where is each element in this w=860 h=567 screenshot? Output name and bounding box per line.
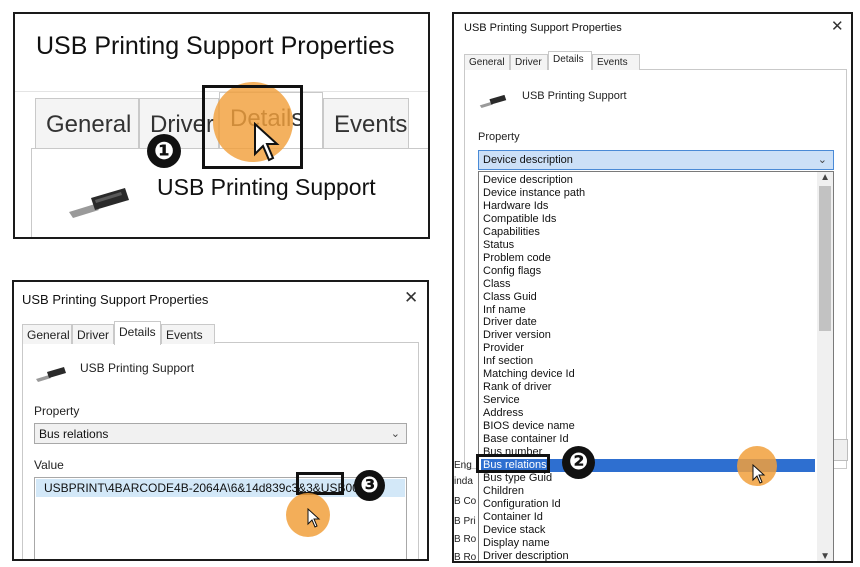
dropdown-option[interactable]: Status [481,239,815,252]
tab-general[interactable]: General [35,98,139,148]
dropdown-option[interactable]: Service [481,394,815,407]
device-name: USB Printing Support [157,174,376,200]
step-badge-2: ❷ [562,446,595,479]
dropdown-option[interactable]: Provider [481,342,815,355]
mouse-pointer-icon [307,508,321,528]
dropdown-option[interactable]: Hardware Ids [481,200,815,213]
step-badge-3: ❸ [354,470,385,501]
dropdown-option[interactable]: Driver date [481,316,815,329]
background-text: inda [454,476,473,487]
tab-general[interactable]: General [22,324,72,344]
usb-connector-icon [69,188,129,218]
tab-details[interactable]: Details [548,51,592,70]
tab-driver[interactable]: Driver [510,54,548,70]
zoom-panel-tabs: USB Printing Support Properties General … [13,12,430,239]
background-text: Eng [454,460,472,471]
dropdown-option[interactable]: Capabilities [481,226,815,239]
dialog-title: USB Printing Support Properties [22,292,209,307]
callout-box-usb001 [296,472,344,495]
device-name: USB Printing Support [80,361,195,375]
tab-events[interactable]: Events [161,324,215,344]
dropdown-option[interactable]: Container Id [481,511,815,524]
dropdown-option[interactable]: Children [481,485,815,498]
dropdown-option[interactable]: Problem code [481,252,815,265]
close-icon[interactable]: ✕ [404,288,418,308]
value-list[interactable]: USBPRINT\4BARCODE4B-2064A\6&14d839c3&3&U… [34,477,407,559]
chevron-down-icon: ⌄ [390,428,400,440]
dropdown-option[interactable]: Matching device Id [481,368,815,381]
scroll-down-icon[interactable]: ▼ [820,551,830,561]
dropdown-option[interactable]: Compatible Ids [481,213,815,226]
dropdown-option[interactable]: Class Guid [481,291,815,304]
usb-connector-icon [479,94,507,109]
dropdown-option[interactable]: Device description [481,174,815,187]
scroll-up-icon[interactable]: ▲ [820,172,830,183]
background-text: B Co [454,496,477,507]
step-badge-1: ❶ [147,134,181,168]
property-label: Property [34,404,80,418]
mouse-pointer-icon [254,122,280,162]
dropdown-option[interactable]: Rank of driver [481,381,815,394]
dropdown-option[interactable]: Config flags [481,265,815,278]
dialog-title: USB Printing Support Properties [464,22,622,34]
property-select[interactable]: Device description ⌄ [478,150,834,170]
dropdown-option[interactable]: Driver description [481,550,815,561]
dropdown-option[interactable]: Inf name [481,304,815,317]
dropdown-option[interactable]: Display name [481,537,815,550]
dropdown-option[interactable]: Inf section [481,355,815,368]
value-label: Value [34,458,64,472]
dropdown-option[interactable]: Base container Id [481,433,815,446]
dropdown-option[interactable]: BIOS device name [481,420,815,433]
zoom-panel-value: USB Printing Support Properties ✕ Genera… [12,280,429,561]
dropdown-option[interactable]: Driver version [481,329,815,342]
usb-connector-icon [36,367,66,382]
dropdown-option[interactable]: Device instance path [481,187,815,200]
scrollbar-thumb[interactable] [819,186,831,331]
tab-general[interactable]: General [464,54,510,70]
background-text: B Ro [454,534,477,545]
dropdown-option[interactable]: Class [481,278,815,291]
chevron-down-icon: ⌄ [817,154,827,166]
close-icon[interactable]: ✕ [831,17,844,35]
dialog-title: USB Printing Support Properties [36,32,395,60]
mouse-pointer-icon [752,464,766,484]
property-select-value: Device description [483,154,573,166]
tab-events[interactable]: Events [323,98,409,148]
zoom-panel-property-dropdown: USB Printing Support Properties ✕ Genera… [452,12,853,563]
property-select[interactable]: Bus relations ⌄ [34,423,407,444]
background-text: B Ro [454,552,477,563]
device-name: USB Printing Support [522,90,627,102]
tab-events[interactable]: Events [592,54,640,70]
dropdown-option[interactable]: Device stack [481,524,815,537]
property-dropdown-list[interactable]: ▲ ▼ Device description Device instance pa… [478,171,834,561]
property-select-value: Bus relations [39,427,109,441]
background-text: B Pri [454,516,476,527]
dropdown-option[interactable]: Address [481,407,815,420]
property-label: Property [478,131,520,143]
tab-details[interactable]: Details [114,321,161,345]
value-row[interactable]: USBPRINT\4BARCODE4B-2064A\6&14d839c3&3&U… [36,479,405,497]
tab-driver[interactable]: Driver [72,324,114,344]
dropdown-option[interactable]: Configuration Id [481,498,815,511]
scrollbar[interactable]: ▲ ▼ [817,172,833,561]
callout-box-bus-relations [476,454,550,473]
